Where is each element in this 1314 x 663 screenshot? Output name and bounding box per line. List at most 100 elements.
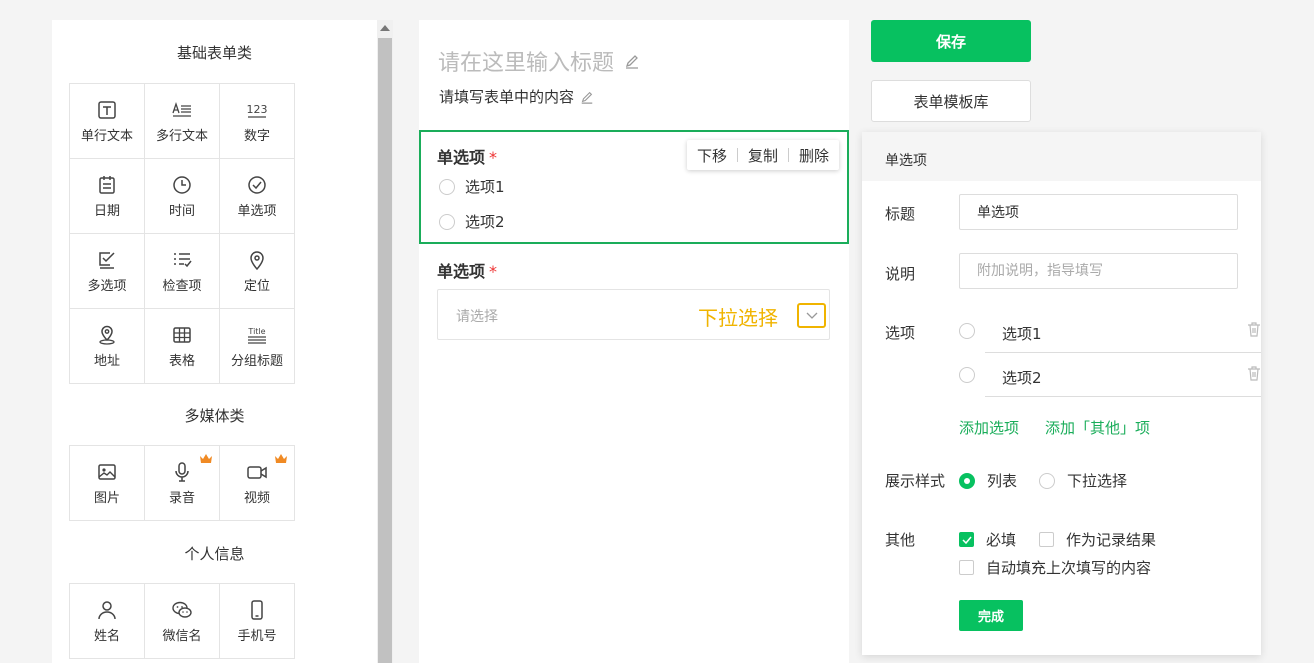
component-address[interactable]: 地址 [70, 309, 145, 384]
add-option-link[interactable]: 添加选项 [959, 417, 1019, 438]
component-phone[interactable]: 手机号 [220, 584, 295, 659]
component-label: 图片 [93, 490, 120, 506]
dropdown-annotation-label: 下拉选择 [698, 306, 778, 330]
component-name[interactable]: 姓名 [70, 584, 145, 659]
radio-button[interactable] [959, 323, 975, 339]
required-checkbox-option[interactable]: 必填 [959, 529, 1016, 550]
media-components-grid: 图片 录音 视频 [69, 445, 295, 521]
component-label: 定位 [243, 278, 270, 294]
component-multi-choice[interactable]: 多选项 [70, 234, 145, 309]
properties-panel: 单选项 标题 说明 选项 选项1 选项2 添加选项 添加「其他」项 展示样式 列… [862, 132, 1261, 655]
component-video[interactable]: 视频 [220, 446, 295, 521]
question-title: 单选项 * [437, 148, 498, 167]
display-list-option[interactable]: 列表 [959, 470, 1017, 491]
display-dropdown-option[interactable]: 下拉选择 [1039, 470, 1127, 491]
form-description-text[interactable]: 请填写表单中的内容 [439, 86, 574, 107]
component-time[interactable]: 时间 [145, 159, 220, 234]
radio-button[interactable] [1039, 472, 1055, 489]
other-label: 其他 [885, 531, 916, 549]
svg-text:123: 123 [247, 103, 268, 116]
trash-icon[interactable] [1247, 322, 1261, 337]
radio-button[interactable] [959, 367, 975, 383]
question-toolbar: 下移 复制 删除 [686, 140, 839, 170]
option-item[interactable]: 选项2 [439, 211, 505, 232]
table-icon [173, 326, 191, 343]
done-button[interactable]: 完成 [959, 600, 1023, 631]
radio-button[interactable] [439, 178, 455, 195]
component-label: 微信名 [162, 628, 202, 644]
required-mark: * [489, 262, 498, 281]
dropdown-select[interactable]: 请选择 下拉选择 [437, 289, 830, 340]
component-date[interactable]: 日期 [70, 159, 145, 234]
add-other-option-link[interactable]: 添加「其他」项 [1045, 417, 1150, 438]
checkbox[interactable] [1039, 532, 1054, 547]
title-icon: Title [247, 327, 266, 344]
record-result-checkbox-option[interactable]: 作为记录结果 [1039, 529, 1156, 550]
component-label: 视频 [243, 490, 270, 506]
scrollbar-thumb[interactable] [378, 38, 392, 663]
chevron-down-icon[interactable] [797, 303, 826, 328]
radio-button-selected[interactable] [959, 472, 975, 489]
form-title[interactable]: 请在这里输入标题 [438, 45, 640, 77]
form-canvas: 请在这里输入标题 请填写表单中的内容 单选项 * 选项1 选项2 下移 复制 删除… [419, 20, 849, 663]
option-label: 下拉选择 [1067, 472, 1128, 490]
component-label: 姓名 [93, 628, 120, 644]
basic-components-grid: 单行文本 多行文本 123 数字 日期 时间 单选项 多选项 检查项 定位 地址… [69, 83, 295, 384]
title-label: 标题 [885, 205, 916, 223]
component-image[interactable]: 图片 [70, 446, 145, 521]
image-icon [98, 463, 116, 480]
component-number[interactable]: 123 数字 [220, 84, 295, 159]
form-title-placeholder[interactable]: 请在这里输入标题 [438, 45, 614, 77]
component-multi-line-text[interactable]: 多行文本 [145, 84, 220, 159]
trash-icon[interactable] [1247, 366, 1261, 381]
component-group-title[interactable]: Title 分组标题 [220, 309, 295, 384]
template-library-button[interactable]: 表单模板库 [871, 80, 1031, 122]
question-title: 单选项 * [437, 262, 498, 281]
option-label: 自动填充上次填写的内容 [986, 559, 1152, 577]
scroll-up-arrow-icon[interactable] [380, 25, 390, 31]
component-single-choice[interactable]: 单选项 [220, 159, 295, 234]
component-audio[interactable]: 录音 [145, 446, 220, 521]
component-label: 单选项 [237, 203, 277, 219]
checkbox[interactable] [959, 560, 974, 575]
component-label: 录音 [168, 490, 195, 506]
delete-button[interactable]: 删除 [789, 145, 839, 166]
description-label: 说明 [885, 265, 916, 283]
option-label: 选项2 [465, 213, 505, 231]
display-style-label: 展示样式 [885, 472, 946, 490]
multi-line-text-icon [172, 101, 191, 117]
properties-panel-header: 单选项 [862, 132, 1261, 181]
copy-button[interactable]: 复制 [738, 145, 788, 166]
form-description[interactable]: 请填写表单中的内容 [439, 86, 594, 107]
checkbox-checked[interactable] [959, 532, 974, 547]
move-down-button[interactable]: 下移 [687, 145, 737, 166]
options-label: 选项 [885, 324, 916, 342]
component-label: 单行文本 [80, 128, 133, 144]
radio-button[interactable] [439, 213, 455, 230]
title-input[interactable] [959, 194, 1238, 230]
component-check-item[interactable]: 检查项 [145, 234, 220, 309]
edit-pencil-icon[interactable] [580, 90, 594, 104]
wechat-icon [172, 601, 192, 618]
component-wechat-name[interactable]: 微信名 [145, 584, 220, 659]
location-pin-icon [250, 250, 264, 270]
option-label: 选项1 [465, 178, 505, 196]
option-value-input[interactable]: 选项1 [985, 310, 1261, 353]
palette-scrollbar[interactable] [377, 20, 393, 663]
save-button[interactable]: 保存 [871, 20, 1031, 62]
description-input[interactable] [959, 253, 1238, 289]
autofill-checkbox-option[interactable]: 自动填充上次填写的内容 [959, 557, 1151, 578]
video-icon [247, 465, 267, 479]
edit-pencil-icon[interactable] [624, 53, 640, 69]
required-mark: * [489, 148, 498, 167]
component-table[interactable]: 表格 [145, 309, 220, 384]
option-item[interactable]: 选项1 [439, 176, 505, 197]
component-location[interactable]: 定位 [220, 234, 295, 309]
component-label: 数字 [243, 128, 270, 144]
component-single-line-text[interactable]: 单行文本 [70, 84, 145, 159]
clock-icon [173, 175, 191, 194]
personal-components-grid: 姓名 微信名 手机号 [69, 583, 295, 659]
question-single-choice-selected[interactable]: 单选项 * 选项1 选项2 下移 复制 删除 [419, 130, 849, 244]
option-value-input[interactable]: 选项2 [985, 354, 1261, 397]
option-label: 必填 [986, 531, 1017, 549]
